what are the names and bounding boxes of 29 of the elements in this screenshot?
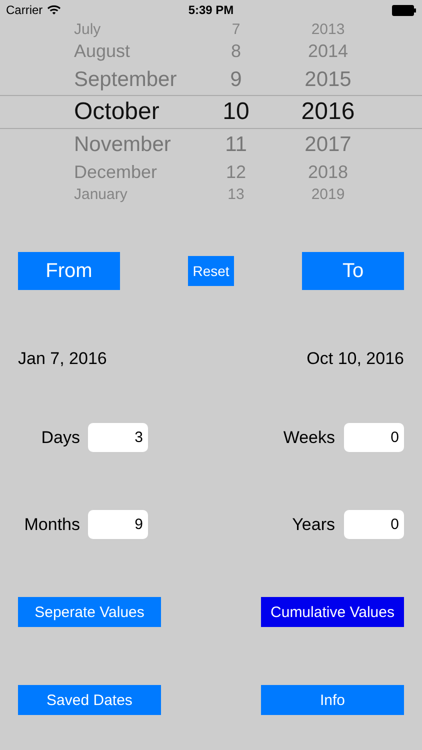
carrier-label: Carrier (6, 3, 43, 17)
to-date: Oct 10, 2016 (306, 349, 404, 369)
picker-year[interactable]: 2014 (288, 41, 368, 62)
saved-dates-button[interactable]: Saved Dates (18, 685, 161, 715)
date-picker[interactable]: July 7 2013 August 8 2014 September 9 2015 October 10 2016 November 11 2017 December 12 2018 January 13 2019 (0, 20, 422, 204)
input-field[interactable]: 9 (88, 510, 148, 539)
input-field[interactable]: 3 (88, 423, 148, 452)
info-button[interactable]: Info (261, 685, 404, 715)
picker-year[interactable]: 2015 (288, 68, 368, 92)
field-label: Months (23, 514, 80, 534)
mode-button[interactable]: Cumulative Values (261, 597, 404, 627)
wifi-icon (46, 5, 61, 15)
to-button[interactable]: To (302, 252, 404, 290)
picker-year[interactable]: 2019 (288, 186, 368, 203)
picker-year[interactable]: 2018 (288, 162, 368, 183)
from-button[interactable]: From (18, 252, 120, 290)
field-label: Years (292, 514, 335, 534)
picker-year[interactable]: 2016 (288, 98, 368, 126)
input-field[interactable]: 0 (344, 510, 404, 539)
battery-icon (392, 4, 416, 16)
status-time: 5:39 PM (188, 3, 234, 17)
field-label: Days (40, 428, 80, 448)
reset-button[interactable]: Reset (188, 256, 234, 286)
field-label: Weeks (283, 428, 335, 448)
picker-year[interactable]: 2017 (288, 132, 368, 156)
mode-button[interactable]: Seperate Values (18, 597, 161, 627)
input-field[interactable]: 0 (344, 423, 404, 452)
picker-year[interactable]: 2013 (288, 21, 368, 38)
from-date: Jan 7, 2016 (18, 349, 107, 369)
